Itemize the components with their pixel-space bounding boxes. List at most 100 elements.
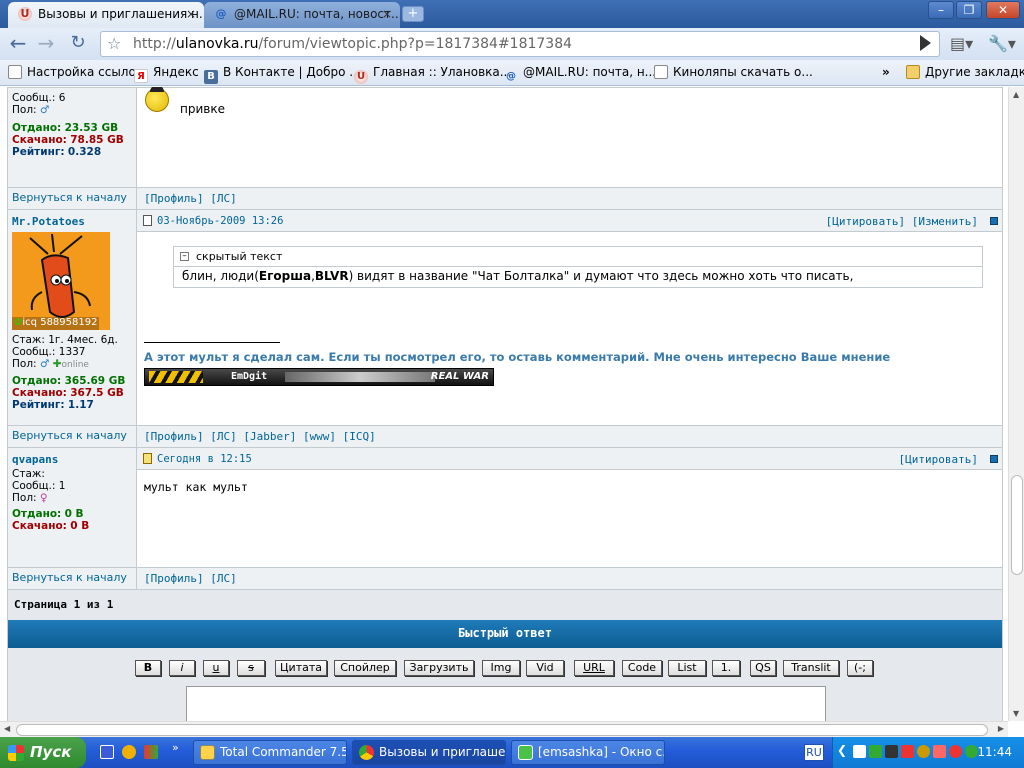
- italic-button[interactable]: i: [169, 660, 195, 676]
- profile-links[interactable]: [Профиль] [ЛС]: [144, 192, 237, 205]
- icq-badge[interactable]: ✿icq 588958192: [12, 317, 100, 330]
- taskbar-item[interactable]: [emsashka] - Окно с...: [511, 740, 665, 765]
- spoiler-header[interactable]: – скрытый текст: [174, 247, 982, 267]
- post-actions[interactable]: [Цитировать]: [899, 453, 978, 466]
- bookmark-star-icon[interactable]: ☆: [107, 34, 121, 53]
- profile-links[interactable]: [Профиль] [ЛС]: [144, 572, 237, 585]
- taskbar-item[interactable]: Вызовы и приглаше...: [352, 740, 506, 765]
- language-indicator[interactable]: RU: [804, 744, 824, 761]
- back-to-top-link[interactable]: Вернуться к началу: [12, 430, 127, 442]
- back-arrow-icon[interactable]: ←: [6, 32, 30, 56]
- total-commander-icon: [200, 745, 215, 760]
- quicklaunch-overflow-chevron[interactable]: »: [172, 741, 179, 754]
- quick-search-button[interactable]: QS: [750, 660, 776, 676]
- forward-arrow-icon[interactable]: →: [34, 32, 58, 56]
- reload-icon[interactable]: ↻: [66, 32, 90, 56]
- yandex-icon: Я: [134, 69, 148, 83]
- video-button[interactable]: Vid: [526, 660, 564, 676]
- bookmark-item[interactable]: Киноляпы скачать о...: [654, 65, 813, 79]
- vertical-scrollbar[interactable]: ▲ ▼: [1008, 87, 1024, 721]
- quicklaunch-icon[interactable]: [100, 745, 114, 759]
- taskbar-item[interactable]: Total Commander 7.5...: [193, 740, 347, 765]
- bookmark-item[interactable]: U Главная :: Улановка...: [354, 65, 511, 84]
- reply-textarea[interactable]: [186, 686, 826, 721]
- signature-banner[interactable]: EmDgit REAL WAR: [144, 368, 494, 386]
- bookmark-item[interactable]: @ @MAIL.RU: почта, н...: [504, 65, 656, 84]
- bold-button[interactable]: B: [135, 660, 161, 676]
- back-to-top-link[interactable]: Вернуться к началу: [12, 192, 127, 204]
- bookmark-item[interactable]: BВ Контакте | Добро ...: [204, 65, 361, 84]
- quicklaunch-icon[interactable]: [144, 745, 158, 759]
- post-row: Сообщ.: 6 Пол: ♂ Отдано: 23.53 GB Скачан…: [8, 87, 1002, 188]
- scroll-down-arrow-icon[interactable]: ▼: [1013, 709, 1019, 718]
- tray-app-icon[interactable]: [901, 745, 914, 758]
- bookmarks-overflow-chevron[interactable]: »: [882, 65, 890, 79]
- post-actions[interactable]: [Цитировать] [Изменить]: [826, 215, 978, 228]
- scroll-thumb[interactable]: [1011, 475, 1023, 575]
- browser-tab-bar: U Вызовы и приглашения н... × @ @MAIL.RU…: [0, 0, 1024, 28]
- profile-links[interactable]: [Профиль] [ЛС] [Jabber] [www] [ICQ]: [144, 430, 376, 443]
- spoiler-button[interactable]: Спойлер: [334, 660, 396, 676]
- tray-app-icon[interactable]: [949, 745, 962, 758]
- bookmark-item[interactable]: Настройка ссылок: [8, 65, 143, 79]
- post-content: 03-Ноябрь-2009 13:26 [Цитировать] [Измен…: [137, 210, 1002, 425]
- username[interactable]: qvapans: [12, 454, 132, 466]
- tray-app-icon[interactable]: [885, 745, 898, 758]
- tab-mailru[interactable]: @ @MAIL.RU: почта, новост... ×: [204, 2, 400, 28]
- post-footer: Вернуться к началу [Профиль] [ЛС]: [8, 188, 1002, 210]
- post-content: привке: [137, 87, 1002, 187]
- tray-app-icon[interactable]: [869, 745, 882, 758]
- tray-app-icon[interactable]: [933, 745, 946, 758]
- post-row: Mr.Potatoes ✿icq 588958192 Стаж: 1г. 4ме…: [8, 210, 1002, 426]
- pagination-bar: Страница 1 из 1: [8, 590, 1002, 620]
- wrench-icon[interactable]: 🔧▾: [988, 34, 1016, 53]
- post-header: 03-Ноябрь-2009 13:26 [Цитировать] [Измен…: [137, 210, 1002, 232]
- scroll-thumb[interactable]: [16, 724, 988, 736]
- post-row: qvapans Стаж: Сообщ.: 1 Пол: ♀ Отдано: 0…: [8, 448, 1002, 568]
- scroll-up-arrow-icon[interactable]: ▲: [1013, 90, 1019, 99]
- address-bar[interactable]: ☆ http://ulanovka.ru/forum/viewtopic.php…: [100, 31, 940, 57]
- smiley-button[interactable]: (-;: [847, 660, 873, 676]
- female-icon: ♀: [39, 492, 48, 504]
- underline-button[interactable]: u: [203, 660, 229, 676]
- url-button[interactable]: URL: [574, 660, 614, 676]
- bookmark-item[interactable]: Я Яндекс: [134, 65, 199, 83]
- username[interactable]: Mr.Potatoes: [12, 216, 132, 228]
- scroll-right-arrow-icon[interactable]: ▶: [998, 724, 1004, 733]
- go-play-icon[interactable]: [920, 35, 931, 51]
- code-button[interactable]: Code: [622, 660, 662, 676]
- tray-app-icon[interactable]: [917, 745, 930, 758]
- translit-button[interactable]: Translit: [783, 660, 839, 676]
- new-tab-button[interactable]: +: [402, 6, 424, 22]
- jump-to-post-icon[interactable]: [990, 217, 998, 225]
- minimize-button[interactable]: –: [928, 1, 954, 19]
- post-icon: [143, 215, 152, 226]
- maximize-button[interactable]: ❐: [956, 1, 982, 19]
- post-header: Сегодня в 12:15 [Цитировать]: [137, 448, 1002, 470]
- clock[interactable]: 11:44: [977, 745, 1012, 759]
- scroll-left-arrow-icon[interactable]: ◀: [4, 724, 10, 733]
- jump-to-post-icon[interactable]: [990, 455, 998, 463]
- tray-expand-icon[interactable]: ❮: [837, 743, 847, 757]
- list-item-button[interactable]: 1.: [712, 660, 740, 676]
- close-tab-icon[interactable]: ×: [382, 2, 392, 26]
- other-bookmarks[interactable]: Другие закладки: [906, 65, 1024, 79]
- tray-app-icon[interactable]: [853, 745, 866, 758]
- page-menu-icon[interactable]: ▤▾: [950, 34, 973, 53]
- collapse-minus-icon[interactable]: –: [180, 252, 189, 261]
- list-button[interactable]: List: [668, 660, 706, 676]
- start-button[interactable]: Пуск: [0, 737, 86, 768]
- quicklaunch-icon[interactable]: [122, 745, 136, 759]
- close-window-button[interactable]: ✕: [986, 1, 1020, 19]
- close-tab-icon[interactable]: ×: [186, 2, 196, 26]
- tray-app-icon[interactable]: [965, 745, 978, 758]
- back-to-top-link[interactable]: Вернуться к началу: [12, 572, 127, 584]
- tab-label: @MAIL.RU: почта, новост...: [234, 7, 400, 21]
- tab-forum[interactable]: U Вызовы и приглашения н... ×: [8, 2, 204, 28]
- strikethrough-button[interactable]: s: [237, 660, 265, 676]
- img-button[interactable]: Img: [482, 660, 520, 676]
- quote-button[interactable]: Цитата: [275, 660, 327, 676]
- upload-button[interactable]: Загрузить: [404, 660, 474, 676]
- ulanovka-favicon-icon: U: [18, 7, 32, 21]
- horizontal-scrollbar[interactable]: ◀ ▶: [0, 721, 1008, 737]
